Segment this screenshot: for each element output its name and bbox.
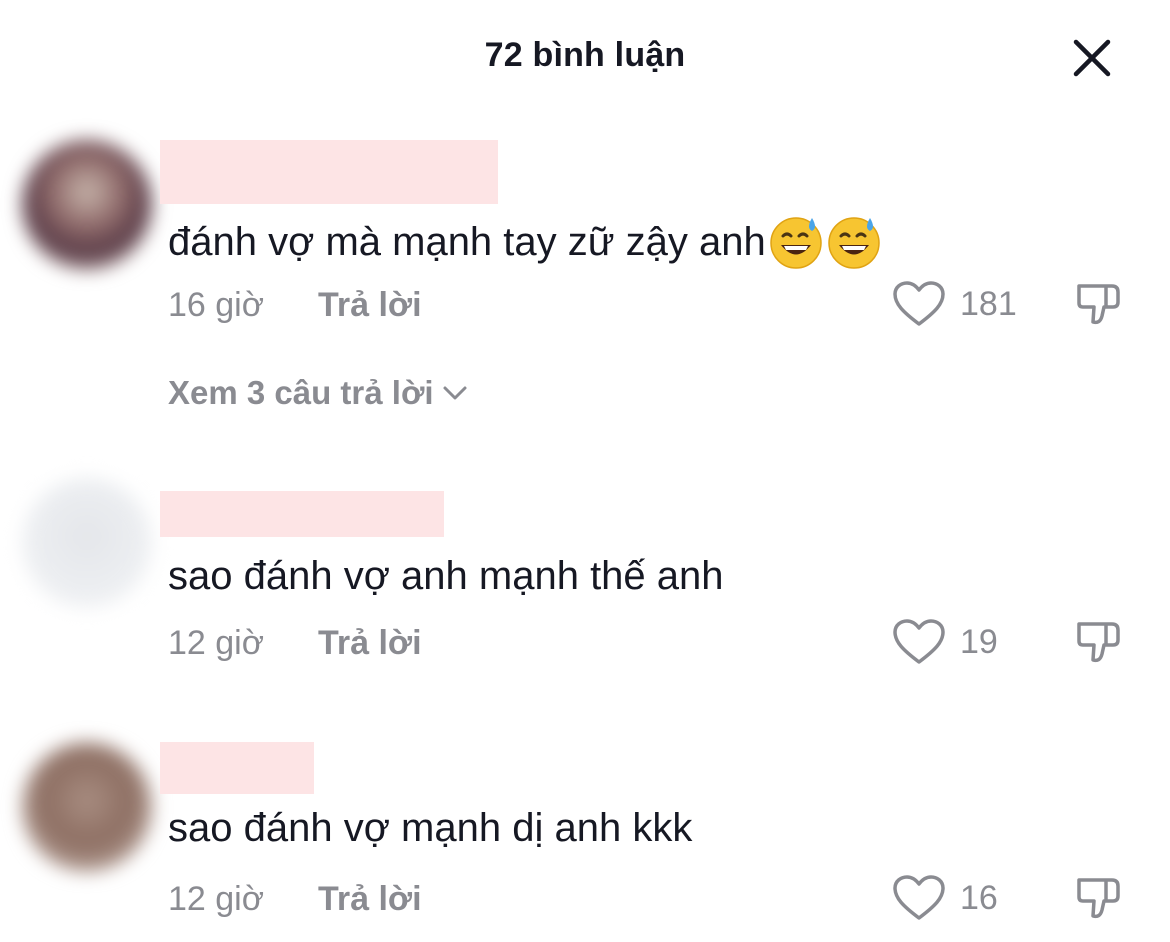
- comment-time: 12 giờ: [168, 880, 265, 918]
- reply-button[interactable]: Trả lời: [318, 624, 422, 663]
- comments-count-title: 72 bình luận: [484, 36, 686, 74]
- like-button[interactable]: 181: [892, 280, 1017, 328]
- view-replies-button[interactable]: Xem 3 câu trả lời: [168, 374, 468, 412]
- heart-icon: [893, 281, 945, 326]
- like-count: 19: [960, 622, 998, 661]
- close-icon: [1073, 39, 1111, 77]
- reply-button[interactable]: Trả lời: [318, 880, 422, 919]
- like-count: 181: [960, 284, 1017, 323]
- like-count: 16: [960, 878, 998, 917]
- chevron-down-icon: [443, 386, 467, 400]
- reply-button[interactable]: Trả lời: [318, 286, 422, 325]
- grinning-sweat-emoji: [828, 217, 880, 269]
- comment-text: đánh vợ mà mạnh tay zữ zậy anh: [168, 214, 882, 270]
- dislike-button[interactable]: [1074, 618, 1122, 666]
- heart-icon: [893, 875, 945, 920]
- view-replies-label: Xem 3 câu trả lời: [168, 374, 434, 411]
- avatar[interactable]: [22, 140, 152, 270]
- avatar[interactable]: [22, 478, 152, 608]
- dislike-button[interactable]: [1074, 280, 1122, 328]
- thumbs-down-icon: [1077, 284, 1120, 325]
- dislike-button[interactable]: [1074, 874, 1122, 922]
- comment-text-content: đánh vợ mà mạnh tay zữ zậy anh: [168, 219, 766, 264]
- heart-icon: [893, 619, 945, 664]
- close-button[interactable]: [1066, 32, 1118, 84]
- comment-time: 12 giờ: [168, 624, 265, 662]
- thumbs-down-icon: [1077, 878, 1120, 919]
- username-redacted[interactable]: [160, 140, 498, 204]
- comment-meta: 16 giờ Trả lời: [168, 286, 422, 325]
- comment-text-content: sao đánh vợ anh mạnh thế anh: [168, 553, 724, 598]
- comment-time: 16 giờ: [168, 286, 265, 324]
- avatar[interactable]: [22, 742, 152, 872]
- like-button[interactable]: 19: [892, 618, 998, 666]
- comment-meta: 12 giờ Trả lời: [168, 624, 422, 663]
- comment-text-content: sao đánh vợ mạnh dị anh kkk: [168, 805, 693, 850]
- username-redacted[interactable]: [160, 491, 444, 537]
- comment-text: sao đánh vợ mạnh dị anh kkk: [168, 800, 692, 856]
- comment-text: sao đánh vợ anh mạnh thế anh: [168, 548, 724, 604]
- thumbs-down-icon: [1077, 622, 1120, 663]
- grinning-sweat-emoji: [770, 217, 822, 269]
- comment-meta: 12 giờ Trả lời: [168, 880, 422, 919]
- like-button[interactable]: 16: [892, 874, 998, 922]
- username-redacted[interactable]: [160, 742, 314, 794]
